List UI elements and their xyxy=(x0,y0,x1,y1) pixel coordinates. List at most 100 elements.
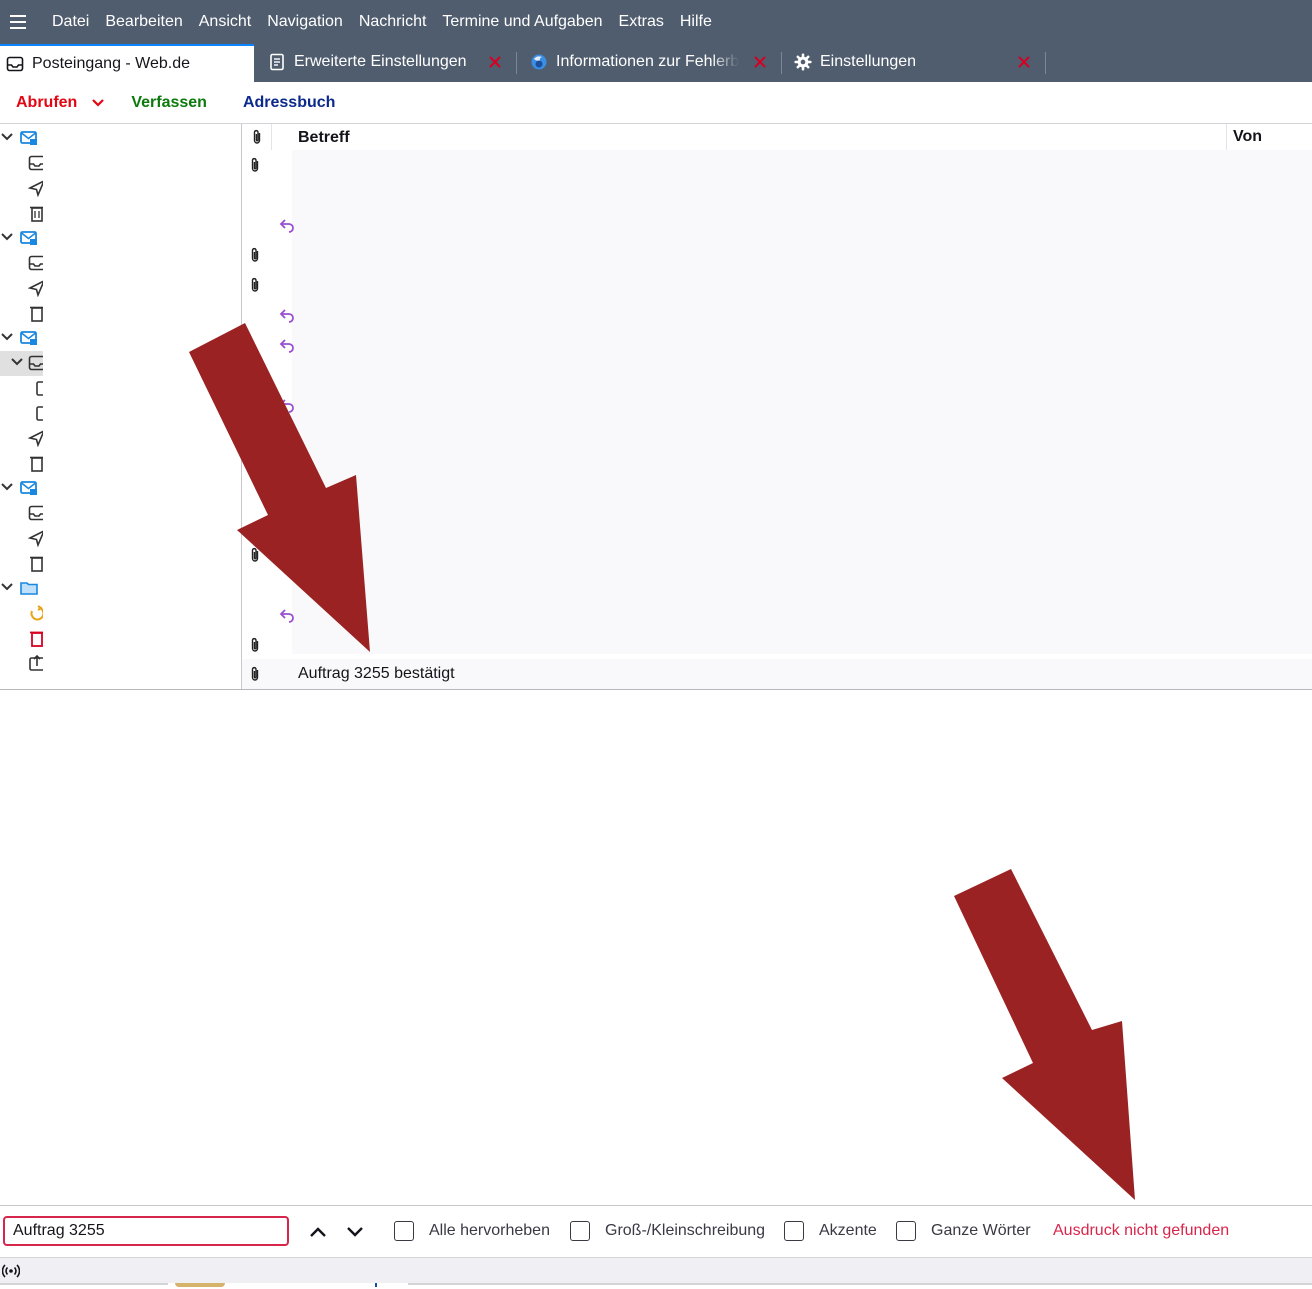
table-row[interactable] xyxy=(242,630,1312,660)
chevron-down-icon xyxy=(1,483,13,491)
paperclip-icon xyxy=(251,157,259,172)
tab-informationen-zur-fehlerbehebung[interactable]: Informationen zur Fehlerb xyxy=(524,44,746,80)
app-menu-button[interactable] xyxy=(0,0,36,44)
tab-einstellungen[interactable]: Einstellungen xyxy=(788,44,1008,80)
attachment-column-header[interactable] xyxy=(242,124,272,150)
address-book-button[interactable]: Adressbuch xyxy=(243,87,335,119)
from-column-header[interactable]: Von xyxy=(1226,124,1262,150)
chevron-down-icon xyxy=(347,1227,363,1237)
highlight-all-checkbox[interactable] xyxy=(394,1221,414,1241)
table-row[interactable] xyxy=(242,330,1312,360)
tab-label: Informationen zur Fehlerb xyxy=(556,53,740,70)
gear-icon xyxy=(794,53,812,71)
reply-icon xyxy=(279,339,294,353)
table-row[interactable] xyxy=(242,390,1312,420)
inbox-icon xyxy=(6,55,24,73)
taskbar-fragment xyxy=(375,1283,377,1287)
table-row[interactable] xyxy=(242,540,1312,570)
tabbar: Posteingang - Web.de Erweiterte Einstell… xyxy=(0,44,1312,82)
table-row[interactable] xyxy=(242,210,1312,240)
tab-label: Erweiterte Einstellungen xyxy=(294,53,467,70)
menu-datei[interactable]: Datei xyxy=(44,0,97,44)
reply-icon xyxy=(279,609,294,623)
get-mail-button[interactable]: Abrufen xyxy=(16,87,77,119)
message-preview-pane xyxy=(0,690,1312,1205)
address-book-label: Adressbuch xyxy=(242,93,336,111)
tab-separator xyxy=(516,52,517,74)
close-tab-erweiterte-einstellungen[interactable] xyxy=(485,52,505,72)
match-diacritics-label: Akzente xyxy=(819,1222,877,1239)
mail-account-icon xyxy=(20,331,37,345)
mail-account-icon xyxy=(20,231,37,245)
table-row[interactable] xyxy=(242,600,1312,630)
subject-column-header[interactable]: Betreff xyxy=(298,129,350,147)
tab-separator xyxy=(1045,52,1046,74)
message-subject: Auftrag 3255 bestätigt xyxy=(298,665,455,682)
mail-toolbar: Abrufen Verfassen Adressbuch xyxy=(0,82,1312,124)
menu-termine-und-aufgaben[interactable]: Termine und Aufgaben xyxy=(434,0,610,44)
hamburger-icon xyxy=(10,15,26,29)
menubar: Datei Bearbeiten Ansicht Navigation Nach… xyxy=(0,0,1312,44)
match-case-label: Groß-/Kleinschreibung xyxy=(605,1222,766,1239)
thread-header: Betreff Von xyxy=(242,124,1312,150)
close-tab-informationen[interactable] xyxy=(750,52,770,72)
menu-extras[interactable]: Extras xyxy=(611,0,672,44)
local-folder-icon xyxy=(20,582,38,595)
folder-inbox-selected[interactable] xyxy=(0,351,46,376)
menu-bearbeiten[interactable]: Bearbeiten xyxy=(97,0,190,44)
menu-hilfe[interactable]: Hilfe xyxy=(672,0,720,44)
match-case-checkbox[interactable] xyxy=(570,1221,590,1241)
thunderbird-window: Datei Bearbeiten Ansicht Navigation Nach… xyxy=(0,0,1312,1289)
taskbar-fragment xyxy=(0,1283,168,1285)
mail-account-icon xyxy=(20,131,37,145)
close-tab-einstellungen[interactable] xyxy=(1014,52,1034,72)
find-next-button[interactable] xyxy=(343,1220,367,1244)
close-icon xyxy=(754,56,766,68)
folder-pane xyxy=(0,124,242,690)
menu-navigation[interactable]: Navigation xyxy=(259,0,351,44)
paperclip-icon xyxy=(251,666,259,681)
chevron-down-icon xyxy=(1,233,13,241)
table-row[interactable] xyxy=(242,300,1312,330)
find-status-message: Ausdruck nicht gefunden xyxy=(1053,1222,1230,1239)
find-bar: Alle hervorheben Groß-/Kleinschreibung A… xyxy=(0,1205,1312,1257)
table-row[interactable] xyxy=(242,150,1312,180)
table-row[interactable]: Auftrag 3255 bestätigt xyxy=(242,659,1312,689)
menu-ansicht[interactable]: Ansicht xyxy=(191,0,259,44)
tab-erweiterte-einstellungen[interactable]: Erweiterte Einstellungen xyxy=(262,44,482,80)
reply-icon xyxy=(279,219,294,233)
paperclip-icon xyxy=(253,129,260,144)
taskbar-fragment xyxy=(175,1283,225,1287)
tab-label: Einstellungen xyxy=(820,53,917,70)
status-bar xyxy=(0,1257,1312,1283)
get-mail-label: Abrufen xyxy=(16,93,78,111)
online-status-icon[interactable] xyxy=(2,1262,20,1280)
paperclip-icon xyxy=(251,277,259,292)
find-previous-button[interactable] xyxy=(306,1220,330,1244)
whole-words-checkbox[interactable] xyxy=(896,1221,916,1241)
paperclip-icon xyxy=(251,247,259,262)
tab-label: Posteingang - Web.de xyxy=(32,55,191,72)
chevron-down-icon xyxy=(1,133,13,141)
compose-label: Verfassen xyxy=(131,93,207,111)
paperclip-icon xyxy=(251,547,259,562)
taskbar-fragment xyxy=(408,1283,1312,1285)
table-row[interactable] xyxy=(242,270,1312,300)
table-row[interactable] xyxy=(242,240,1312,270)
paperclip-icon xyxy=(251,637,259,652)
find-input[interactable] xyxy=(3,1216,289,1246)
folder-names-area xyxy=(43,132,200,687)
tab-posteingang[interactable]: Posteingang - Web.de xyxy=(0,44,254,82)
thread-pane: Betreff Von Auftrag 3255 bestätigt xyxy=(242,124,1312,690)
close-icon xyxy=(1018,56,1030,68)
match-diacritics-checkbox[interactable] xyxy=(784,1221,804,1241)
firefox-icon xyxy=(530,53,548,71)
get-mail-dropdown[interactable] xyxy=(91,87,105,119)
chevron-down-icon xyxy=(92,98,105,107)
chevron-down-icon xyxy=(1,333,13,341)
chevron-up-icon xyxy=(310,1227,326,1237)
highlight-all-label: Alle hervorheben xyxy=(429,1222,550,1239)
menu-nachricht[interactable]: Nachricht xyxy=(351,0,435,44)
chevron-down-icon xyxy=(1,583,13,591)
compose-button[interactable]: Verfassen xyxy=(131,87,207,119)
